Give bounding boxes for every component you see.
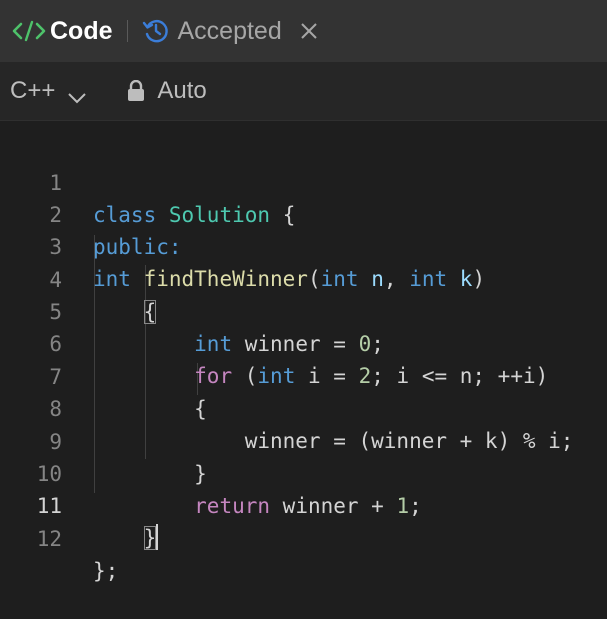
code-line: 9 }	[0, 394, 607, 486]
tab-accepted[interactable]: Accepted	[142, 0, 318, 62]
language-selector[interactable]: C++	[10, 77, 87, 105]
text-cursor	[156, 524, 159, 550]
editor-tab-bar: Code Accepted	[0, 0, 607, 62]
code-line: 1 class Solution {	[0, 135, 607, 227]
tab-code[interactable]: Code	[0, 0, 113, 62]
line-number: 12	[36, 527, 62, 551]
editor-toolbar: C++ Auto	[0, 62, 607, 121]
code-line: 11 }	[0, 458, 607, 550]
auto-mode-toggle[interactable]: Auto	[127, 77, 207, 105]
code-line: 10 return winner + 1;	[0, 426, 607, 518]
code-line: 8 winner = (winner + k) % i;	[0, 361, 607, 453]
chevron-down-icon	[67, 84, 87, 104]
code-line: 7 {	[0, 329, 607, 421]
tab-accepted-label: Accepted	[177, 16, 282, 45]
language-label: C++	[10, 77, 56, 104]
code-icon	[12, 19, 46, 43]
code-line: 3 int findTheWinner(int n, int k)	[0, 199, 607, 291]
tab-code-label: Code	[50, 16, 113, 45]
code-line: 6 for (int i = 2; i <= n; ++i)	[0, 296, 607, 388]
close-icon[interactable]	[300, 22, 318, 40]
code-line: 4 {	[0, 232, 607, 324]
tab-divider	[126, 20, 128, 42]
lock-icon	[127, 79, 145, 102]
auto-mode-label: Auto	[157, 77, 207, 104]
history-icon	[142, 17, 170, 45]
code-line: 5 int winner = 0;	[0, 264, 607, 356]
code-line: 12 };	[0, 491, 607, 583]
code-line: 2 public:	[0, 167, 607, 259]
code-editor[interactable]: 1 class Solution { 2 public: 3 int findT…	[0, 121, 607, 583]
